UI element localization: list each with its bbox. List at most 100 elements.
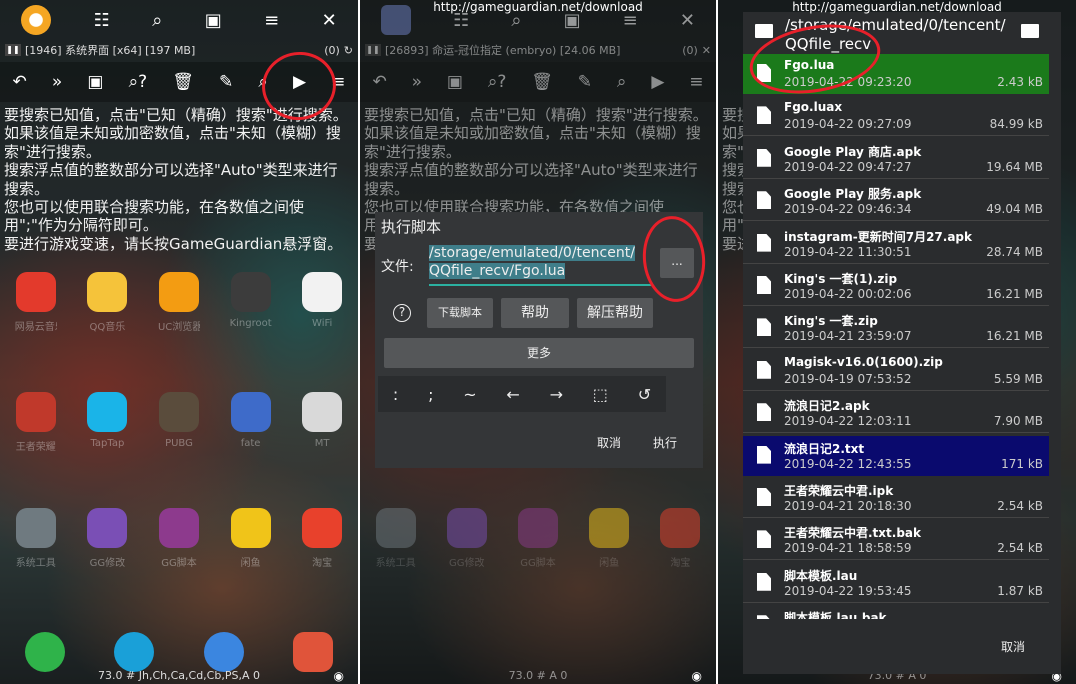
download-script-button[interactable]: 下载脚本 <box>427 298 493 328</box>
process-name[interactable]: [1946] 系统界面 [x64] [197 MB] <box>25 42 195 58</box>
key-button[interactable]: : <box>393 385 398 404</box>
file-row[interactable]: Fgo.luax 2019-04-22 09:27:09 84.99 kB <box>743 96 1049 137</box>
new-folder-icon[interactable] <box>755 24 773 38</box>
undo-icon[interactable]: ↶ <box>13 72 27 92</box>
key-button[interactable]: → <box>550 385 563 404</box>
file-icon <box>757 106 771 125</box>
key-button[interactable]: ; <box>428 385 433 404</box>
execute-script-play-icon[interactable]: ▶ <box>651 72 664 92</box>
refresh-icon[interactable]: ↻ <box>344 44 353 57</box>
unzip-help-button[interactable]: 解压帮助 <box>577 298 653 328</box>
app-icon[interactable]: TapTap <box>86 392 128 453</box>
app-icon[interactable]: 闲鱼 <box>588 508 630 569</box>
annotation-circle <box>638 212 710 306</box>
file-row[interactable]: instagram-更新时间7月27.apk 2019-04-22 11:30:5… <box>743 224 1049 264</box>
unknown-search-icon[interactable]: ⌕? <box>129 72 148 92</box>
file-icon <box>757 360 771 379</box>
list-icon[interactable]: ≡ <box>264 10 279 31</box>
file-size: 1.87 kB <box>997 583 1043 598</box>
app-icon[interactable]: UC浏览器 <box>158 272 200 333</box>
file-name: Google Play 服务.apk <box>784 187 922 202</box>
file-row[interactable]: Google Play 服务.apk 2019-04-22 09:46:34 49.… <box>743 181 1049 222</box>
file-row[interactable]: Magisk-v16.0(1600).zip 2019-04-19 07:53:5… <box>743 351 1049 391</box>
app-icon[interactable]: GG脚本 <box>158 508 200 569</box>
more-button[interactable]: 更多 <box>384 338 694 368</box>
fast-forward-icon[interactable]: » <box>52 72 62 92</box>
app-icon[interactable]: PUBG <box>158 392 200 453</box>
app-icon[interactable]: 系统工具 <box>15 508 57 569</box>
file-name: Magisk-v16.0(1600).zip <box>784 354 943 369</box>
file-path-input[interactable]: /storage/emulated/0/tencent/ QQfile_recv… <box>429 244 651 286</box>
app-icon[interactable]: 系统工具 <box>375 508 417 569</box>
delete-icon[interactable]: 🗑 <box>531 72 553 92</box>
edit-icon[interactable]: ✎ <box>219 72 233 92</box>
settings-sliders-icon[interactable]: ☷ <box>94 10 110 31</box>
execute-script-dialog: 执行脚本 文件: /storage/emulated/0/tencent/ QQ… <box>375 212 710 468</box>
app-icon[interactable]: WiFi <box>301 272 343 333</box>
app-icon[interactable]: 闲鱼 <box>230 508 272 569</box>
unknown-search-icon[interactable]: ⌕? <box>488 72 507 92</box>
cancel-button[interactable]: 取消 <box>1001 638 1025 655</box>
close-icon[interactable]: ✕ <box>702 44 711 57</box>
save-icon[interactable]: ▣ <box>87 72 103 92</box>
file-row[interactable]: 脚本模板.lau.bak <box>743 605 1049 619</box>
key-button[interactable]: ⬚ <box>593 385 608 404</box>
key-button[interactable]: ~ <box>463 385 476 404</box>
run-button[interactable]: 执行 <box>653 434 677 451</box>
file-row[interactable]: King's 一套.zip 2019-04-21 23:59:07 16.21 MB <box>743 308 1049 349</box>
pause-icon[interactable]: ❚❚ <box>365 44 381 56</box>
key-button[interactable]: ↺ <box>638 385 651 404</box>
app-label: WiFi <box>312 318 333 329</box>
app-icon[interactable]: Kingroot <box>230 272 272 333</box>
eye-icon[interactable]: ◉ <box>334 669 344 683</box>
file-icon <box>757 148 771 167</box>
file-row[interactable]: Google Play 商店.apk 2019-04-22 09:47:27 19.… <box>743 139 1049 179</box>
file-date: 2019-04-22 11:30:51 <box>784 244 912 259</box>
app-icon[interactable]: 淘宝 <box>659 508 701 569</box>
process-name[interactable]: [26893] 命运-冠位指定 (embryo) [24.06 MB] <box>385 42 620 58</box>
menu-icon[interactable]: ≡ <box>689 72 703 92</box>
search-icon[interactable]: ⌕ <box>617 72 627 92</box>
app-icon[interactable]: MT <box>301 392 343 453</box>
app-icon[interactable]: fate <box>230 392 272 453</box>
app-icon[interactable]: GG修改 <box>446 508 488 569</box>
app-icon[interactable]: QQ音乐 <box>86 272 128 333</box>
undo-icon[interactable]: ↶ <box>372 72 386 92</box>
search-icon[interactable]: ⌕ <box>152 10 162 31</box>
gg-logo-icon[interactable] <box>21 5 52 35</box>
found-count: (0) <box>324 43 340 57</box>
fast-forward-icon[interactable]: » <box>412 72 422 92</box>
help-button[interactable]: 帮助 <box>501 298 569 328</box>
file-row[interactable]: 王者荣耀云中君.txt.bak 2019-04-21 18:58:59 2.54 k… <box>743 520 1049 561</box>
app-icon[interactable]: GG脚本 <box>517 508 559 569</box>
file-row[interactable]: 流浪日记2.txt 2019-04-22 12:43:55 171 kB <box>743 435 1049 476</box>
file-row[interactable]: 王者荣耀云中君.ipk 2019-04-21 20:18:30 2.54 kB <box>743 478 1049 518</box>
app-icon[interactable]: 网易云音乐 <box>15 272 57 333</box>
save-list-icon[interactable]: ▣ <box>205 10 222 31</box>
save-icon[interactable]: ▣ <box>447 72 463 92</box>
found-count: (0) <box>682 43 698 57</box>
pause-icon[interactable]: ❚❚ <box>5 44 21 56</box>
delete-icon[interactable]: 🗑 <box>172 72 194 92</box>
file-icon <box>757 318 771 337</box>
gg-main-panel: 网易云音乐 QQ音乐 UC浏览器 Kingroot WiFi 王者荣耀 TapTap PUB… <box>0 0 358 684</box>
app-icon[interactable]: 王者荣耀 <box>15 392 57 453</box>
file-row[interactable]: 脚本模板.lau 2019-04-22 19:53:45 1.87 kB <box>743 563 1049 603</box>
app-icon[interactable]: GG修改 <box>86 508 128 569</box>
app-icon[interactable]: 淘宝 <box>301 508 343 569</box>
file-date: 2019-04-22 09:46:34 <box>784 202 912 217</box>
folder-up-icon[interactable] <box>1021 24 1039 38</box>
eye-icon[interactable]: ◉ <box>692 669 702 683</box>
file-row[interactable]: King's 一套(1).zip 2019-04-22 00:02:06 16.21… <box>743 266 1049 306</box>
key-button[interactable]: ← <box>506 385 519 404</box>
edit-icon[interactable]: ✎ <box>578 72 592 92</box>
file-size: 5.59 MB <box>993 371 1043 386</box>
file-icon <box>757 530 771 549</box>
close-icon[interactable]: ✕ <box>322 10 337 31</box>
file-row[interactable]: 流浪日记2.apk 2019-04-22 12:03:11 7.90 MB <box>743 393 1049 434</box>
file-date: 2019-04-22 12:43:55 <box>784 456 912 471</box>
file-size: 28.74 MB <box>986 244 1043 259</box>
help-circle-icon[interactable]: ? <box>393 304 411 322</box>
file-label: 文件: <box>381 259 414 275</box>
cancel-button[interactable]: 取消 <box>597 434 621 451</box>
